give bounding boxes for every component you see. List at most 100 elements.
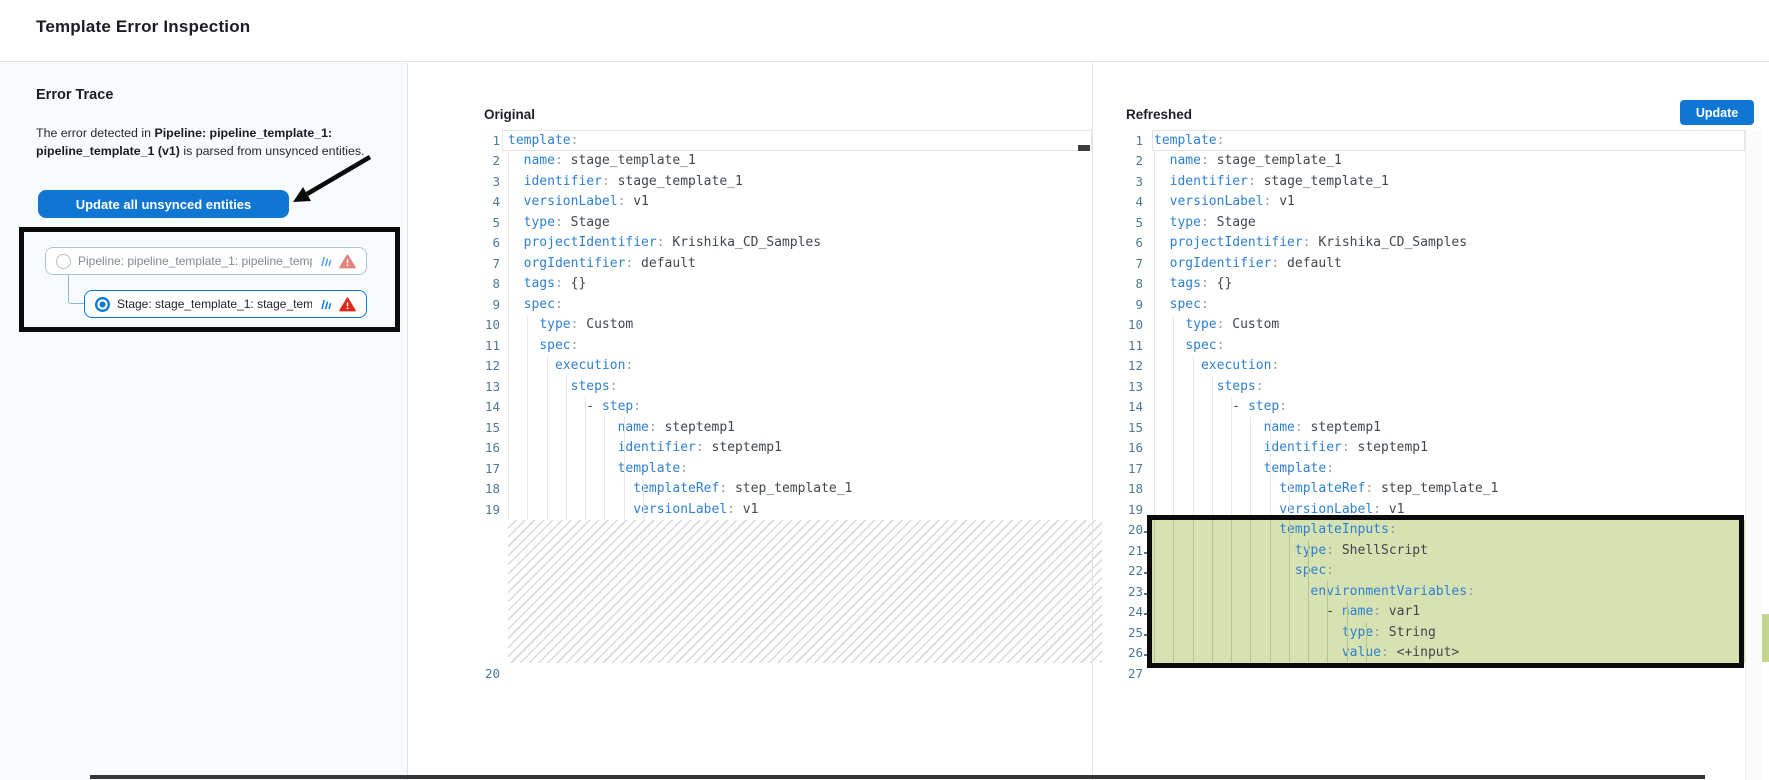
line-number: 7 (1105, 256, 1152, 271)
yaml-line-text: spec: (508, 338, 578, 353)
error-description-prefix: The error detected in (36, 126, 154, 140)
indent-guide (508, 499, 509, 520)
indent-guide (1212, 602, 1213, 623)
indent-guide (527, 417, 528, 438)
horizontal-scrollbar-thumb[interactable] (90, 775, 1705, 779)
indent-guide (508, 294, 509, 315)
yaml-line: 4 versionLabel: v1 (1105, 192, 1745, 213)
indent-guide (1250, 540, 1251, 561)
indent-guide (508, 274, 509, 295)
indent-guide (1270, 561, 1271, 582)
indent-guide (1231, 397, 1232, 418)
indent-guide (1154, 171, 1155, 192)
indent-guide (1193, 499, 1194, 520)
indent-guide (508, 151, 509, 172)
radio-selected-icon[interactable] (95, 297, 110, 312)
page-header: Template Error Inspection (0, 0, 1769, 62)
indent-guide (1289, 561, 1290, 582)
refreshed-yaml-editor[interactable]: 1template:2 name: stage_template_13 iden… (1105, 130, 1745, 684)
indent-guide (508, 192, 509, 213)
indent-guide (1173, 376, 1174, 397)
line-number: 23 (1105, 584, 1152, 599)
indent-guide (1270, 417, 1271, 438)
indent-guide (1212, 458, 1213, 479)
diff-removed-placeholder-hatch (470, 520, 1102, 664)
yaml-line-text: template: (1154, 461, 1334, 476)
yaml-line: 3 identifier: stage_template_1 (1105, 171, 1745, 192)
update-button[interactable]: Update (1680, 100, 1754, 125)
indent-guide (604, 499, 605, 520)
original-scrollbar-thumb[interactable] (1078, 145, 1090, 151)
indent-guide (1231, 622, 1232, 643)
indent-guide (1154, 294, 1155, 315)
added-line-marker (1144, 593, 1150, 595)
yaml-line: 4 versionLabel: v1 (470, 192, 1102, 213)
indent-guide (527, 479, 528, 500)
indent-guide (1154, 643, 1155, 664)
yaml-line: 18 templateRef: step_template_1 (1105, 479, 1745, 500)
indent-guide (1154, 274, 1155, 295)
yaml-line: 11 spec: (1105, 335, 1745, 356)
indent-guide (527, 335, 528, 356)
indent-guide (604, 458, 605, 479)
yaml-line-text: identifier: stage_template_1 (1154, 174, 1389, 189)
line-number: 12 (470, 358, 502, 373)
line-number: 10 (1105, 317, 1152, 332)
indent-guide (1193, 602, 1194, 623)
indent-guide (1173, 335, 1174, 356)
line-number: 5 (1105, 215, 1152, 230)
indent-guide (1193, 581, 1194, 602)
indent-guide (1193, 356, 1194, 377)
line-number: 8 (1105, 276, 1152, 291)
indent-guide (1308, 622, 1309, 643)
radio-unselected-icon[interactable] (56, 254, 71, 269)
indent-guide (1212, 479, 1213, 500)
tree-item-pipeline[interactable]: Pipeline: pipeline_template_1: pipeline_… (45, 247, 367, 275)
line-number: 7 (470, 256, 502, 271)
indent-guide (1366, 643, 1367, 664)
indent-guide (1193, 376, 1194, 397)
line-number: 9 (1105, 297, 1152, 312)
indent-guide (1212, 561, 1213, 582)
yaml-line-text: projectIdentifier: Krishika_CD_Samples (1154, 235, 1467, 250)
yaml-line-text: spec: (1154, 297, 1209, 312)
tree-item-stage-label: Stage: stage_template_1: stage_templat..… (117, 297, 312, 311)
line-number: 19 (1105, 502, 1152, 517)
yaml-line-text: templateInputs: (1154, 522, 1397, 537)
indent-guide (547, 356, 548, 377)
line-number: 3 (470, 174, 502, 189)
indent-guide (1289, 520, 1290, 541)
tree-connector-line (68, 275, 84, 304)
indent-guide (1212, 376, 1213, 397)
indent-guide (1154, 561, 1155, 582)
update-all-unsynced-entities-button[interactable]: Update all unsynced entities (38, 190, 289, 218)
yaml-line-added: 24 - name: var1 (1105, 602, 1745, 623)
original-yaml-editor[interactable]: 1template:2 name: stage_template_13 iden… (470, 130, 1102, 684)
added-line-marker (1144, 531, 1150, 533)
indent-guide (527, 397, 528, 418)
indent-guide (1289, 602, 1290, 623)
tree-item-stage[interactable]: Stage: stage_template_1: stage_templat..… (84, 290, 367, 318)
yaml-line-text: spec: (1154, 563, 1334, 578)
indent-guide (1154, 253, 1155, 274)
indent-guide (1173, 438, 1174, 459)
indent-guide (1212, 540, 1213, 561)
indent-guide (1270, 643, 1271, 664)
indent-guide (1289, 643, 1290, 664)
error-trace-sidebar: Error Trace The error detected in Pipeli… (0, 63, 408, 780)
yaml-line: 16 identifier: steptemp1 (1105, 438, 1745, 459)
yaml-line: 10 type: Custom (470, 315, 1102, 336)
tree-item-pipeline-label: Pipeline: pipeline_template_1: pipeline_… (78, 254, 312, 268)
yaml-line-added: 20 templateInputs: (1105, 520, 1745, 541)
yaml-line: 12 execution: (1105, 356, 1745, 377)
indent-guide (643, 479, 644, 500)
line-number: 10 (470, 317, 502, 332)
indent-guide (1154, 479, 1155, 500)
indent-guide (1193, 622, 1194, 643)
yaml-line-text: identifier: steptemp1 (1154, 440, 1428, 455)
yaml-line-added: 25 type: String (1105, 622, 1745, 643)
indent-guide (566, 458, 567, 479)
yaml-line-added: 21 type: ShellScript (1105, 540, 1745, 561)
refreshed-scrollbar-track[interactable] (1745, 130, 1762, 780)
line-number: 27 (1105, 666, 1152, 681)
